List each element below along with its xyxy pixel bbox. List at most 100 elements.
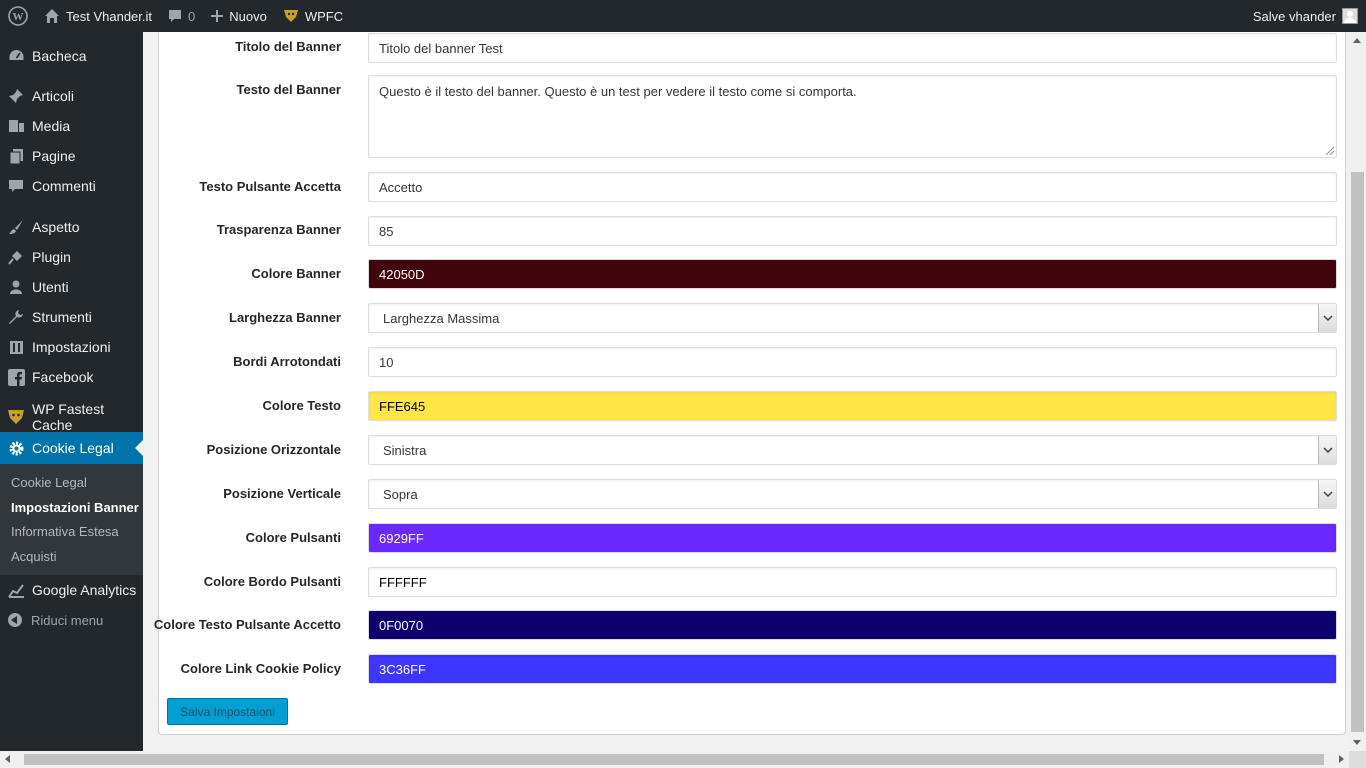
comments-icon	[7, 177, 25, 195]
scrollbar-corner	[1349, 751, 1366, 768]
site-name-link[interactable]: Test Vhander.it	[36, 0, 160, 32]
field-label: Colore Link Cookie Policy	[180, 661, 341, 676]
site-name: Test Vhander.it	[66, 8, 152, 24]
sidebar-item-label: Plugin	[32, 249, 71, 265]
chevron-down-icon	[1318, 436, 1336, 464]
resize-handle-icon[interactable]	[1326, 147, 1334, 155]
sidebar-item-label: Media	[32, 118, 71, 134]
submenu-cookie-legal[interactable]: Cookie Legal	[0, 471, 143, 496]
scroll-up-icon[interactable]	[1353, 38, 1361, 43]
chevron-down-icon	[1318, 304, 1336, 332]
cookie-policy-link-color-input[interactable]: 3C36FF	[368, 654, 1337, 684]
greeting: Salve vhander	[1252, 8, 1336, 24]
new-content-link[interactable]: Nuovo	[203, 0, 275, 32]
wordpress-logo-button[interactable]: W	[0, 0, 36, 32]
sidebar-item-label: Articoli	[32, 88, 75, 104]
gear-icon	[7, 439, 25, 457]
settings-panel: Titolo del Banner Titolo del banner Test…	[154, 32, 1346, 735]
field-label: Testo Pulsante Accetta	[199, 179, 341, 194]
sidebar-item-aspetto[interactable]: Aspetto	[0, 212, 143, 242]
buttons-color-input[interactable]: 6929FF	[368, 523, 1337, 553]
sidebar-item-label: Strumenti	[32, 309, 92, 325]
select-value: Larghezza Massima	[383, 310, 500, 326]
save-settings-button[interactable]: Salva Impostaioni	[167, 698, 288, 725]
sidebar-item-google-analytics[interactable]: Google Analytics	[0, 575, 143, 605]
sidebar-item-strumenti[interactable]: Strumenti	[0, 302, 143, 332]
sidebar-item-articoli[interactable]: Articoli	[0, 81, 143, 111]
textarea-value: Questo è il testo del banner. Questo è u…	[379, 84, 857, 99]
field-label: Titolo del Banner	[235, 39, 341, 54]
comments-count: 0	[188, 8, 196, 24]
scrollbar-thumb[interactable]	[24, 754, 1324, 765]
sidebar-item-bacheca[interactable]: Bacheca	[0, 41, 143, 71]
transparency-input[interactable]: 85	[368, 216, 1337, 246]
horizontal-scrollbar[interactable]	[0, 751, 1349, 768]
scrollbar-thumb[interactable]	[1351, 172, 1364, 732]
field-label: Posizione Verticale	[223, 486, 341, 501]
pin-icon	[7, 87, 25, 105]
select-value: Sinistra	[383, 442, 427, 458]
sidebar-item-media[interactable]: Media	[0, 111, 143, 141]
banner-color-input[interactable]: 42050D	[368, 259, 1337, 289]
plugin-icon	[7, 248, 25, 266]
avatar	[1342, 8, 1358, 24]
admin-bar: W Test Vhander.it 0 Nuovo WPFC Salve vha…	[0, 0, 1366, 32]
scroll-right-icon[interactable]	[1339, 755, 1344, 763]
scroll-left-icon[interactable]	[5, 755, 10, 763]
wordpress-icon: W	[8, 6, 28, 26]
users-icon	[7, 278, 25, 296]
cookie-legal-submenu: Cookie Legal Impostazioni Banner Informa…	[0, 464, 143, 575]
svg-text:W: W	[13, 11, 24, 23]
settings-icon	[7, 338, 25, 356]
comments-link[interactable]: 0	[160, 0, 203, 32]
sidebar-item-cookie-legal[interactable]: Cookie Legal	[0, 432, 143, 464]
border-radius-input[interactable]: 10	[368, 347, 1337, 377]
field-label: Colore Testo Pulsante Accetto	[153, 617, 341, 632]
sidebar-item-label: Aspetto	[32, 219, 80, 235]
buttons-border-color-input[interactable]: FFFFFF	[368, 567, 1337, 597]
field-label: Larghezza Banner	[229, 310, 341, 325]
field-label: Colore Bordo Pulsanti	[203, 574, 341, 589]
field-label: Trasparenza Banner	[216, 222, 341, 237]
vertical-position-select[interactable]: Sopra	[368, 479, 1337, 509]
plus-icon	[211, 10, 224, 22]
vertical-scrollbar[interactable]	[1349, 32, 1366, 751]
sidebar-item-utenti[interactable]: Utenti	[0, 272, 143, 302]
sidebar-item-label: WP Fastest Cache	[32, 401, 105, 433]
banner-title-input[interactable]: Titolo del banner Test	[368, 33, 1337, 63]
collapse-label: Riduci menu	[31, 612, 104, 628]
wrench-icon	[7, 308, 25, 326]
sidebar-item-facebook[interactable]: Facebook	[0, 362, 143, 392]
submenu-impostazioni-banner[interactable]: Impostazioni Banner	[0, 496, 143, 521]
banner-text-textarea[interactable]: Questo è il testo del banner. Questo è u…	[368, 75, 1337, 158]
sidebar-item-plugin[interactable]: Plugin	[0, 242, 143, 272]
sidebar-item-impostazioni[interactable]: Impostazioni	[0, 332, 143, 362]
collapse-menu-button[interactable]: Riduci menu	[0, 605, 143, 635]
media-icon	[7, 117, 25, 135]
sidebar-item-commenti[interactable]: Commenti	[0, 171, 143, 201]
submenu-informativa-estesa[interactable]: Informativa Estesa	[0, 520, 143, 545]
chevron-down-icon	[1318, 480, 1336, 508]
accept-button-text-color-input[interactable]: 0F0070	[368, 610, 1337, 640]
submenu-acquisti[interactable]: Acquisti	[0, 545, 143, 570]
new-label: Nuovo	[229, 8, 267, 24]
sidebar-item-wp-fastest-cache[interactable]: WP Fastest Cache	[0, 401, 143, 433]
banner-width-select[interactable]: Larghezza Massima	[368, 303, 1337, 333]
field-label: Colore Pulsanti	[245, 530, 341, 545]
field-label: Testo del Banner	[236, 82, 341, 97]
pages-icon	[7, 147, 25, 165]
sidebar-item-pagine[interactable]: Pagine	[0, 141, 143, 171]
field-label: Posizione Orizzontale	[206, 442, 341, 457]
text-color-input[interactable]: FFE645	[368, 391, 1337, 421]
home-icon	[44, 8, 60, 24]
my-account[interactable]: Salve vhander	[1253, 8, 1366, 24]
sidebar-item-label: Impostazioni	[32, 339, 111, 355]
wpfc-link[interactable]: WPFC	[275, 0, 351, 32]
scroll-down-icon[interactable]	[1353, 740, 1361, 745]
horizontal-position-select[interactable]: Sinistra	[368, 435, 1337, 465]
wpfc-label: WPFC	[304, 8, 344, 24]
sidebar-item-label: Utenti	[32, 279, 69, 295]
accept-button-text-input[interactable]: Accetto	[368, 172, 1337, 202]
comment-bubble-icon	[168, 9, 182, 23]
field-label: Colore Banner	[251, 266, 341, 281]
